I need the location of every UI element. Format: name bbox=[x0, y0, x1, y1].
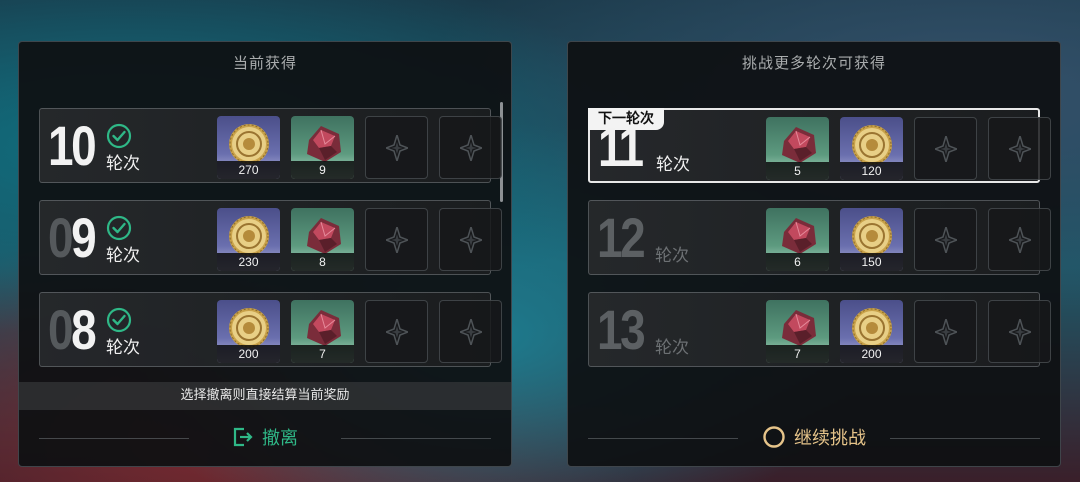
diamond-star-icon bbox=[460, 227, 482, 253]
reward-count: 7 bbox=[291, 345, 354, 363]
round-number: 11 bbox=[598, 115, 644, 178]
panel-title: 挑战更多轮次可获得 bbox=[741, 54, 886, 72]
reward-slot[interactable]: 200 bbox=[217, 300, 280, 363]
empty-reward-slot bbox=[439, 208, 502, 271]
continue-bar: 继续挑战 bbox=[568, 414, 1060, 462]
round-number: 13 bbox=[597, 298, 646, 361]
gold-coin-icon bbox=[850, 306, 894, 350]
gold-coin-icon bbox=[227, 122, 271, 166]
gold-coin-icon bbox=[227, 306, 271, 350]
round-number: 08 bbox=[48, 298, 97, 361]
round-label: 轮次 bbox=[106, 154, 140, 174]
reward-count: 230 bbox=[217, 253, 280, 271]
reward-slot[interactable]: 7 bbox=[766, 300, 829, 363]
reward-count: 6 bbox=[766, 253, 829, 271]
round-row: 09 轮次 230 8 bbox=[39, 200, 502, 275]
continue-label: 继续挑战 bbox=[794, 428, 866, 449]
gold-coin-icon bbox=[850, 214, 894, 258]
diamond-star-icon bbox=[386, 319, 408, 345]
round-label: 轮次 bbox=[655, 246, 689, 266]
empty-reward-slot bbox=[439, 300, 502, 363]
gold-coin-icon bbox=[227, 214, 271, 258]
diamond-star-icon bbox=[1009, 319, 1031, 345]
divider bbox=[341, 438, 491, 439]
circle-icon bbox=[763, 426, 785, 448]
round-number: 09 bbox=[48, 206, 97, 269]
red-gem-icon bbox=[776, 123, 820, 167]
diamond-star-icon bbox=[935, 136, 957, 162]
reward-count: 5 bbox=[766, 162, 829, 180]
red-gem-icon bbox=[776, 306, 820, 350]
empty-reward-slot bbox=[988, 208, 1051, 271]
reward-slot[interactable]: 5 bbox=[766, 117, 829, 180]
reward-count: 8 bbox=[291, 253, 354, 271]
gold-coin-icon bbox=[850, 123, 894, 167]
diamond-star-icon bbox=[460, 319, 482, 345]
round-row-next: 下一轮次 11 轮次 5 120 bbox=[588, 108, 1051, 183]
reward-slot[interactable]: 270 bbox=[217, 116, 280, 179]
empty-reward-slot bbox=[914, 208, 977, 271]
reward-slot[interactable]: 9 bbox=[291, 116, 354, 179]
reward-count: 150 bbox=[840, 253, 903, 271]
diamond-star-icon bbox=[1009, 136, 1031, 162]
reward-count: 7 bbox=[766, 345, 829, 363]
reward-slot[interactable]: 6 bbox=[766, 208, 829, 271]
continue-challenge-button[interactable]: 继续挑战 bbox=[762, 424, 866, 450]
empty-reward-slot bbox=[365, 300, 428, 363]
divider bbox=[890, 438, 1040, 439]
divider bbox=[39, 438, 189, 439]
round-label: 轮次 bbox=[106, 338, 140, 358]
retreat-bar: 撤离 bbox=[19, 414, 511, 462]
round-label: 轮次 bbox=[656, 155, 690, 175]
empty-reward-slot bbox=[914, 300, 977, 363]
diamond-star-icon bbox=[460, 135, 482, 161]
reward-slot[interactable]: 200 bbox=[840, 300, 903, 363]
diamond-star-icon bbox=[386, 135, 408, 161]
round-row: 13 轮次 7 200 bbox=[588, 292, 1051, 367]
red-gem-icon bbox=[301, 306, 345, 350]
empty-reward-slot bbox=[365, 208, 428, 271]
round-row: 12 轮次 6 150 bbox=[588, 200, 1051, 275]
check-circle-icon bbox=[106, 215, 132, 241]
round-number: 10 bbox=[48, 114, 97, 177]
reward-count: 200 bbox=[217, 345, 280, 363]
round-row: 08 轮次 200 7 bbox=[39, 292, 502, 367]
reward-slot[interactable]: 7 bbox=[291, 300, 354, 363]
red-gem-icon bbox=[776, 214, 820, 258]
future-rewards-panel: 挑战更多轮次可获得 下一轮次 11 轮次 5 120 12 轮次 6 150 1… bbox=[567, 41, 1061, 467]
empty-reward-slot bbox=[914, 117, 977, 180]
exit-door-icon bbox=[233, 427, 253, 447]
reward-slot[interactable]: 230 bbox=[217, 208, 280, 271]
round-label: 轮次 bbox=[106, 246, 140, 266]
check-circle-icon bbox=[106, 307, 132, 333]
round-label: 轮次 bbox=[655, 338, 689, 358]
diamond-star-icon bbox=[935, 227, 957, 253]
retreat-button[interactable]: 撤离 bbox=[232, 424, 298, 450]
empty-reward-slot bbox=[439, 116, 502, 179]
reward-count: 270 bbox=[217, 161, 280, 179]
diamond-star-icon bbox=[386, 227, 408, 253]
retreat-label: 撤离 bbox=[262, 428, 298, 449]
empty-reward-slot bbox=[988, 300, 1051, 363]
reward-count: 9 bbox=[291, 161, 354, 179]
reward-slot[interactable]: 8 bbox=[291, 208, 354, 271]
reward-count: 120 bbox=[840, 162, 903, 180]
panel-title: 当前获得 bbox=[232, 54, 297, 72]
round-number: 12 bbox=[597, 206, 646, 269]
divider bbox=[588, 438, 738, 439]
retreat-hint: 选择撤离则直接结算当前奖励 bbox=[19, 382, 511, 410]
empty-reward-slot bbox=[365, 116, 428, 179]
reward-count: 200 bbox=[840, 345, 903, 363]
red-gem-icon bbox=[301, 122, 345, 166]
current-rewards-panel: 当前获得 10 轮次 270 9 09 轮次 230 8 08 轮次 200 7… bbox=[18, 41, 512, 467]
reward-slot[interactable]: 150 bbox=[840, 208, 903, 271]
diamond-star-icon bbox=[1009, 227, 1031, 253]
empty-reward-slot bbox=[988, 117, 1051, 180]
check-circle-icon bbox=[106, 123, 132, 149]
red-gem-icon bbox=[301, 214, 345, 258]
round-row: 10 轮次 270 9 bbox=[39, 108, 502, 183]
diamond-star-icon bbox=[935, 319, 957, 345]
reward-slot[interactable]: 120 bbox=[840, 117, 903, 180]
